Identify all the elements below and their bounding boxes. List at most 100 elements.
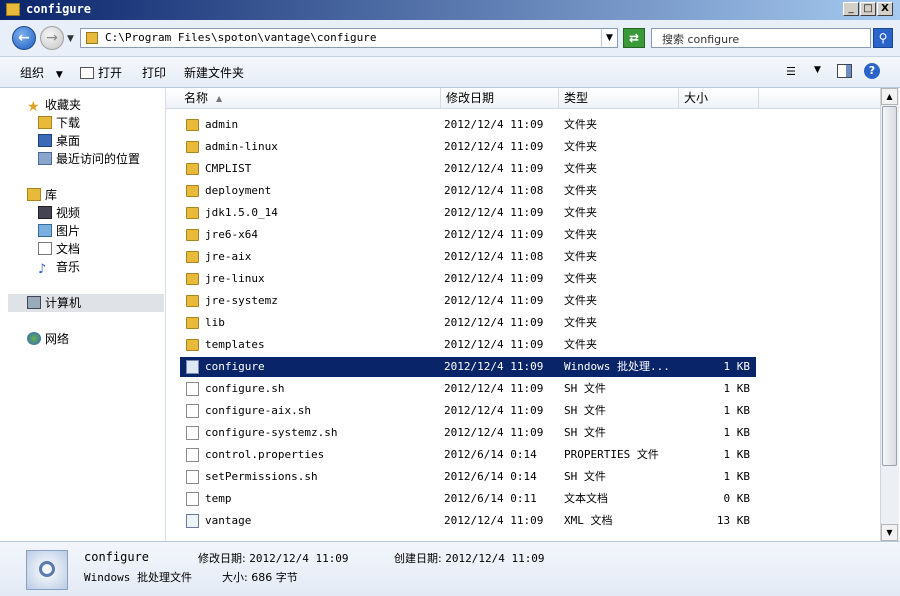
organize-label: 组织 xyxy=(20,66,45,80)
file-row[interactable]: configure.sh 2012/12/4 11:09 SH 文件 1 KB xyxy=(180,379,756,399)
sort-ascending-icon: ▲ xyxy=(216,94,223,103)
vertical-scrollbar[interactable]: ▲ ▼ xyxy=(880,88,899,541)
maximize-button[interactable]: □ xyxy=(860,2,876,16)
file-type: PROPERTIES 文件 xyxy=(564,448,659,461)
file-row[interactable]: jre-linux 2012/12/4 11:09 文件夹 xyxy=(180,269,756,289)
file-type: 文件夹 xyxy=(564,118,597,131)
address-dropdown-button[interactable]: ▼ xyxy=(601,29,617,47)
refresh-button[interactable]: ⇄ xyxy=(623,28,645,48)
file-type: SH 文件 xyxy=(564,404,606,417)
nav-item-videos[interactable]: 视频 xyxy=(38,204,80,222)
picture-icon xyxy=(38,224,52,237)
file-row[interactable]: templates 2012/12/4 11:09 文件夹 xyxy=(180,335,756,355)
open-button[interactable]: 打开 xyxy=(80,64,122,81)
organize-button[interactable]: 组织 ▼ xyxy=(20,64,63,81)
file-size: 13 KB xyxy=(716,514,750,527)
file-row[interactable]: CMPLIST 2012/12/4 11:09 文件夹 xyxy=(180,159,756,179)
back-button[interactable]: ← xyxy=(12,26,36,50)
search-input[interactable]: 搜索 configure xyxy=(651,28,871,48)
search-icon[interactable]: ⚲ xyxy=(873,28,893,48)
search-placeholder: 搜索 configure xyxy=(662,33,740,46)
nav-item-label: 视频 xyxy=(56,206,81,220)
scroll-down-button[interactable]: ▼ xyxy=(881,524,898,541)
nav-item-label: 下载 xyxy=(56,116,81,130)
nav-item-computer[interactable]: 计算机 xyxy=(27,294,81,312)
file-row[interactable]: jre6-x64 2012/12/4 11:09 文件夹 xyxy=(180,225,756,245)
nav-item-music[interactable]: ♪ 音乐 xyxy=(38,258,80,276)
text-file-icon xyxy=(186,492,199,506)
folder-icon xyxy=(186,273,199,285)
file-row[interactable]: admin-linux 2012/12/4 11:09 文件夹 xyxy=(180,137,756,157)
nav-item-libraries[interactable]: 库 xyxy=(27,186,57,204)
file-name: templates xyxy=(205,338,265,351)
file-row[interactable]: configure 2012/12/4 11:09 Windows 批处理... 1 … xyxy=(180,357,756,377)
file-row[interactable]: jdk1.5.0_14 2012/12/4 11:09 文件夹 xyxy=(180,203,756,223)
file-row[interactable]: configure-aix.sh 2012/12/4 11:09 SH 文件 1 KB xyxy=(180,401,756,421)
help-icon[interactable]: ? xyxy=(864,63,880,79)
nav-item-desktop[interactable]: 桌面 xyxy=(38,132,80,150)
batch-file-large-icon xyxy=(26,550,68,590)
scroll-thumb[interactable] xyxy=(882,106,897,466)
video-icon xyxy=(38,206,52,219)
file-row[interactable]: deployment 2012/12/4 11:08 文件夹 xyxy=(180,181,756,201)
file-row[interactable]: vantage 2012/12/4 11:09 XML 文档 13 KB xyxy=(180,511,756,531)
column-header-name[interactable]: 名称 ▲ xyxy=(180,88,441,108)
folder-icon xyxy=(186,339,199,351)
minimize-button[interactable]: _ xyxy=(843,2,859,16)
file-icon xyxy=(186,470,199,484)
print-button[interactable]: 打印 xyxy=(142,64,166,81)
view-options-icon[interactable]: ☰ xyxy=(786,65,802,78)
chevron-down-icon[interactable]: ▼ xyxy=(67,34,74,44)
chevron-down-icon[interactable]: ▼ xyxy=(814,65,821,75)
file-row[interactable]: configure-systemz.sh 2012/12/4 11:09 SH 文件… xyxy=(180,423,756,443)
close-button[interactable]: X xyxy=(877,2,893,16)
navigation-pane: ★ 收藏夹 下载 桌面 最近访问的位置 库 视频 图片 文档 ♪ 音乐 计算机 网络 xyxy=(0,88,166,541)
file-row[interactable]: control.properties 2012/6/14 0:14 PROPERTI… xyxy=(180,445,756,465)
file-row[interactable]: jre-aix 2012/12/4 11:08 文件夹 xyxy=(180,247,756,267)
nav-item-downloads[interactable]: 下载 xyxy=(38,114,80,132)
file-date: 2012/12/4 11:09 xyxy=(444,162,544,175)
nav-item-favorites[interactable]: ★ 收藏夹 xyxy=(27,96,81,114)
nav-item-pictures[interactable]: 图片 xyxy=(38,222,80,240)
recent-places-icon xyxy=(38,152,52,165)
file-icon xyxy=(186,404,199,418)
file-name: jre6-x64 xyxy=(205,228,258,241)
library-icon xyxy=(27,188,41,201)
created-value: 2012/12/4 11:09 xyxy=(445,552,545,565)
nav-item-recent[interactable]: 最近访问的位置 xyxy=(38,150,140,168)
file-size: 1 KB xyxy=(723,382,751,395)
file-name: deployment xyxy=(205,184,272,197)
file-date: 2012/6/14 0:14 xyxy=(444,470,537,483)
file-row[interactable]: jre-systemz 2012/12/4 11:09 文件夹 xyxy=(180,291,756,311)
title-bar[interactable]: configure _ □ X xyxy=(0,0,900,20)
column-header-type[interactable]: 类型 xyxy=(559,88,679,108)
file-row[interactable]: temp 2012/6/14 0:11 文本文档 0 KB xyxy=(180,489,756,509)
file-name: admin xyxy=(205,118,239,131)
file-name: CMPLIST xyxy=(205,162,252,175)
file-row[interactable]: admin 2012/12/4 11:09 文件夹 xyxy=(180,115,756,135)
scroll-up-button[interactable]: ▲ xyxy=(881,88,898,105)
file-row[interactable]: setPermissions.sh 2012/6/14 0:14 SH 文件 1 KB xyxy=(180,467,756,487)
star-icon: ★ xyxy=(27,99,40,115)
file-name: jre-systemz xyxy=(205,294,278,307)
document-icon xyxy=(38,242,52,255)
new-folder-button[interactable]: 新建文件夹 xyxy=(184,64,244,81)
file-type: SH 文件 xyxy=(564,382,606,395)
file-date: 2012/6/14 0:14 xyxy=(444,448,537,461)
file-size: 1 KB xyxy=(723,360,751,373)
file-name: configure.sh xyxy=(205,382,285,395)
file-row[interactable]: lib 2012/12/4 11:09 文件夹 xyxy=(180,313,756,333)
preview-pane-icon[interactable] xyxy=(837,64,852,78)
address-field[interactable]: C:\Program Files\spoton\vantage\configur… xyxy=(80,28,618,48)
file-date: 2012/6/14 0:11 xyxy=(444,492,537,505)
file-date: 2012/12/4 11:09 xyxy=(444,426,544,439)
file-type: 文件夹 xyxy=(564,206,597,219)
column-header-date[interactable]: 修改日期 xyxy=(441,88,559,108)
column-header-size[interactable]: 大小 xyxy=(679,88,759,108)
nav-item-label: 收藏夹 xyxy=(45,98,82,112)
file-date: 2012/12/4 11:09 xyxy=(444,206,544,219)
forward-button[interactable]: → xyxy=(40,26,64,50)
nav-item-network[interactable]: 网络 xyxy=(27,330,69,348)
file-type: 文件夹 xyxy=(564,294,597,307)
nav-item-documents[interactable]: 文档 xyxy=(38,240,80,258)
